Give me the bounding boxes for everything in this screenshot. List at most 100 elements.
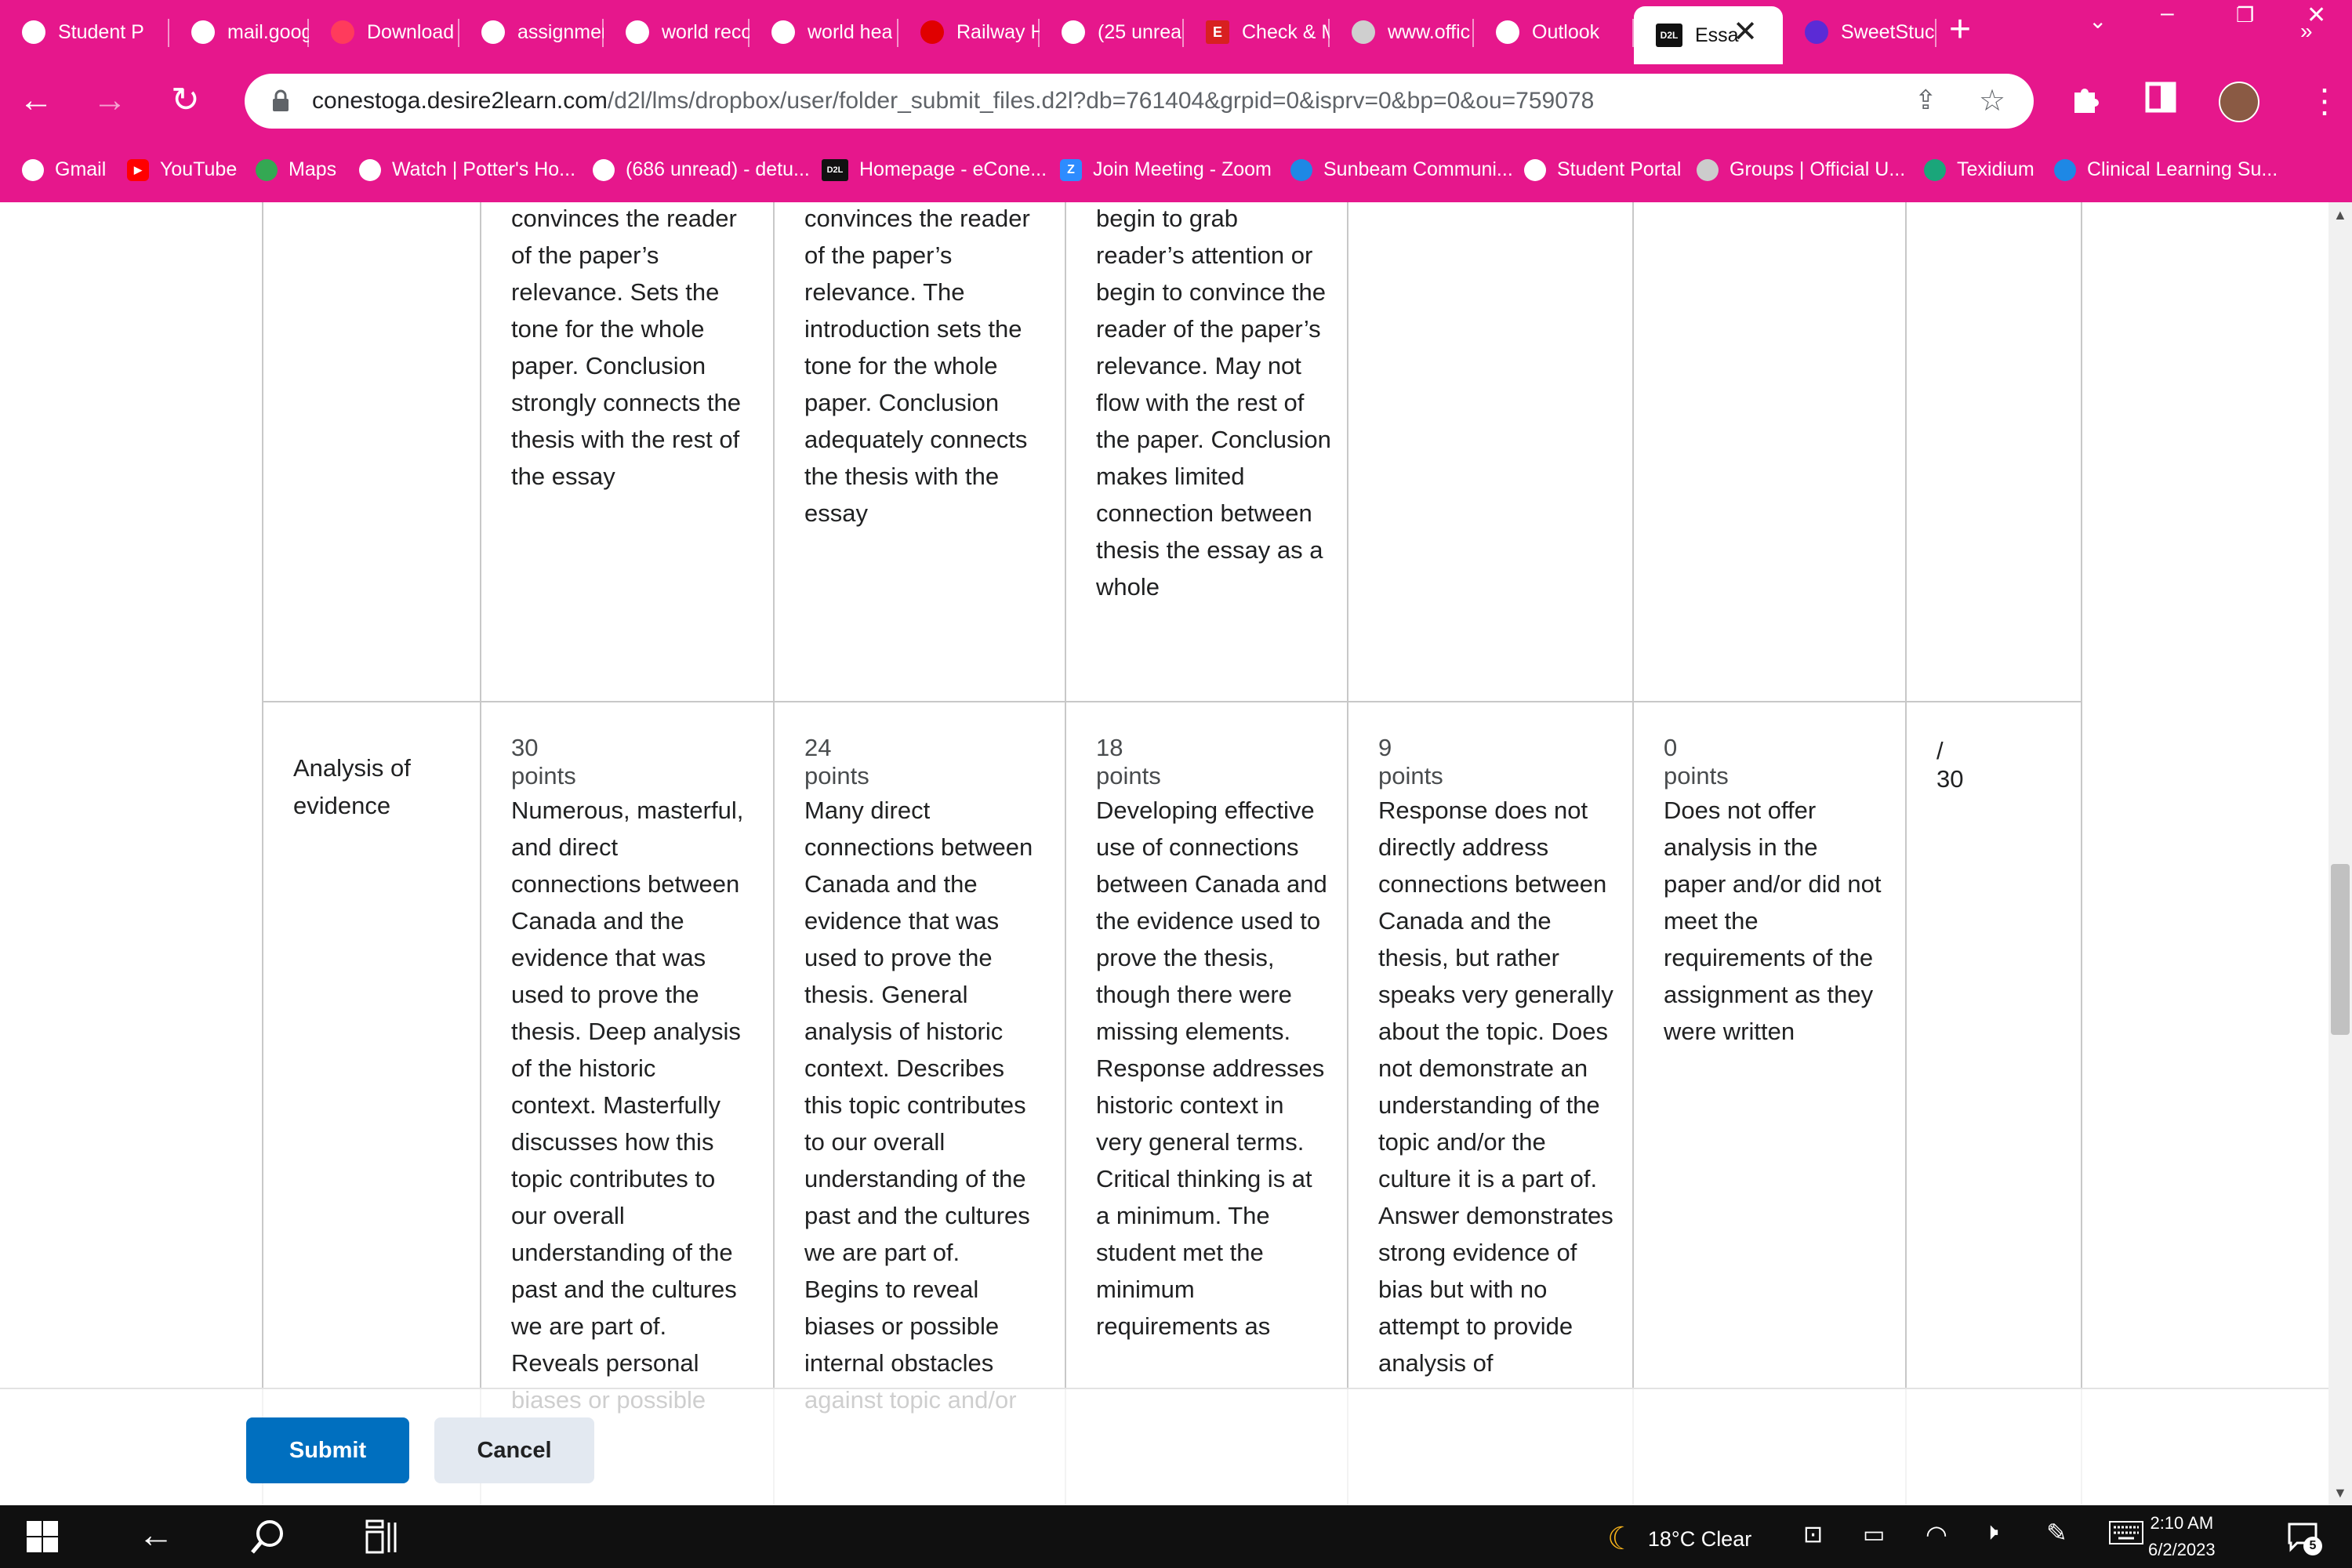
tab-strip: Student P mail.goog Download assignmer world… xyxy=(0,0,2352,64)
browser-tab[interactable]: mail.goog xyxy=(169,6,309,58)
lock-icon[interactable] xyxy=(271,89,290,117)
meet-now-icon[interactable]: ⊡ xyxy=(1803,1521,1823,1548)
browser-tab[interactable]: (25 unrea xyxy=(1040,6,1184,58)
bookmark-label: Maps xyxy=(289,158,337,180)
back-icon[interactable]: ← xyxy=(19,80,53,121)
browser-tab[interactable]: world reco xyxy=(604,6,750,58)
windows-start-icon[interactable] xyxy=(27,1521,58,1556)
google-icon xyxy=(771,20,795,44)
gmail-icon xyxy=(22,158,44,181)
tab-title: mail.goog xyxy=(227,20,309,43)
wifi-icon[interactable]: ◠ xyxy=(1926,1519,1947,1549)
bookmark-label: Clinical Learning Su... xyxy=(2087,158,2278,180)
bookmark-item[interactable]: Gmail xyxy=(22,158,106,181)
cancel-button[interactable]: Cancel xyxy=(434,1417,594,1483)
table-column-border xyxy=(1905,202,1907,1505)
bookmark-item[interactable]: Groups | Official U... xyxy=(1697,158,1905,181)
browser-tab[interactable]: Outlook xyxy=(1474,6,1634,58)
yahoo-mail-icon xyxy=(1062,20,1085,44)
scroll-thumb[interactable] xyxy=(2331,864,2350,1035)
extensions-icon[interactable] xyxy=(2068,82,2103,124)
keyboard-icon[interactable] xyxy=(2109,1521,2143,1548)
profile-avatar[interactable] xyxy=(2219,82,2259,122)
groups-icon xyxy=(1697,158,1719,181)
bookmark-item[interactable]: Texidium xyxy=(1924,158,2034,181)
browser-tab[interactable]: world hea xyxy=(750,6,898,58)
restore-icon[interactable]: ❐ xyxy=(2236,3,2254,27)
menu-kebab-icon[interactable]: ⋮ xyxy=(2308,82,2341,120)
bookmark-item[interactable]: Watch | Potter's Ho... xyxy=(359,158,575,181)
watch-icon xyxy=(359,158,381,181)
page-content: attention and strongly convinces the rea… xyxy=(0,202,2328,1505)
level-points: 30 points xyxy=(511,734,576,789)
browser-tab[interactable]: Student P xyxy=(0,6,169,58)
bookmark-item[interactable]: (686 unread) - detu... xyxy=(593,158,810,181)
bookmark-item[interactable]: Maps xyxy=(256,158,336,181)
bookmark-item[interactable]: ▶ YouTube xyxy=(127,158,237,181)
volume-muted-icon[interactable]: 🕨 xyxy=(1984,1519,1998,1546)
bookmark-label: Student Portal xyxy=(1557,158,1682,180)
back-icon[interactable]: ← xyxy=(138,1513,174,1555)
system-clock[interactable]: 2:10 AM 6/2/2023 xyxy=(2148,1510,2216,1563)
globe-icon xyxy=(191,20,215,44)
criterion-name: Analysis of evidence xyxy=(293,754,411,819)
tab-title: world hea xyxy=(808,20,893,43)
bookmark-item[interactable]: Student Portal xyxy=(1524,158,1681,181)
task-view-icon[interactable] xyxy=(365,1519,400,1558)
bookmark-label: Join Meeting - Zoom xyxy=(1093,158,1272,180)
browser-tab[interactable]: SweetStuc xyxy=(1783,6,1936,58)
bookmark-item[interactable]: D2L Homepage - eCone... xyxy=(822,158,1047,181)
notification-count-badge: 5 xyxy=(2303,1537,2322,1555)
bookmark-label: Groups | Official U... xyxy=(1730,158,1906,180)
reload-icon[interactable]: ↻ xyxy=(171,80,200,121)
bookmarks-bar: Gmail ▶ YouTube Maps Watch | Potter's Ho... (… xyxy=(0,138,2352,202)
scroll-up-icon[interactable]: ▲ xyxy=(2333,207,2347,223)
minimize-icon[interactable]: – xyxy=(2161,0,2174,27)
browser-tab[interactable]: Railway H xyxy=(898,6,1040,58)
bookmark-star-icon[interactable]: ☆ xyxy=(1979,83,2005,118)
battery-icon[interactable]: ▭ xyxy=(1863,1521,1885,1548)
url-text: conestoga.desire2learn.com/d2l/lms/dropb… xyxy=(312,88,1595,114)
browser-tab[interactable]: assignmer xyxy=(459,6,604,58)
close-tab-icon[interactable]: ✕ xyxy=(1733,14,1758,49)
level-points: 0 points xyxy=(1664,734,1729,789)
browser-tab[interactable]: E Check & M xyxy=(1184,6,1330,58)
bookmark-item[interactable]: Clinical Learning Su... xyxy=(2054,158,2278,181)
tab-title: www.offic xyxy=(1388,20,1471,43)
share-icon[interactable]: ⇪ xyxy=(1915,85,1937,116)
clock-date: 6/2/2023 xyxy=(2148,1540,2216,1559)
address-bar[interactable]: conestoga.desire2learn.com/d2l/lms/dropb… xyxy=(245,74,2034,129)
bookmark-item[interactable]: Sunbeam Communi... xyxy=(1290,158,1513,181)
more-bookmarks-icon[interactable]: » xyxy=(2300,19,2313,44)
tab-title: (25 unrea xyxy=(1098,20,1182,43)
notification-center-icon[interactable]: 5 xyxy=(2286,1519,2322,1558)
table-column-border xyxy=(262,202,263,1505)
bookmark-label: Homepage - eCone... xyxy=(859,158,1047,180)
submit-button[interactable]: Submit xyxy=(246,1417,409,1483)
new-tab-button[interactable]: + xyxy=(1949,8,1971,51)
browser-tab[interactable]: Download xyxy=(309,6,459,58)
bookmark-label: (686 unread) - detu... xyxy=(626,158,810,180)
weather-widget[interactable]: ☾ 18°C Clear xyxy=(1607,1521,1751,1557)
browser-tab[interactable]: D2L Essa ✕ xyxy=(1634,6,1783,64)
scroll-down-icon[interactable]: ▼ xyxy=(2333,1485,2347,1501)
yahoo-mail-icon xyxy=(593,158,615,181)
page-scrollbar[interactable]: ▲ ▼ xyxy=(2328,202,2352,1505)
side-panel-icon[interactable] xyxy=(2145,82,2176,121)
bookmark-label: Sunbeam Communi... xyxy=(1323,158,1513,180)
tab-search-icon[interactable]: ⌄ xyxy=(2089,8,2107,34)
forward-icon[interactable]: → xyxy=(93,80,127,121)
gmail-icon xyxy=(481,20,505,44)
tab-title: Outlook xyxy=(1532,20,1600,43)
table-column-border xyxy=(1065,202,1066,1505)
globe-icon xyxy=(1496,20,1519,44)
browser-tab[interactable]: www.offic xyxy=(1330,6,1474,58)
table-column-border xyxy=(773,202,775,1505)
d2l-icon: D2L xyxy=(1656,24,1682,47)
tab-title: Check & M xyxy=(1242,20,1330,43)
globe-icon xyxy=(1524,158,1546,181)
pen-icon[interactable]: ✎ xyxy=(2046,1518,2067,1548)
windows-taskbar: ← ☾ 18°C Clear ⊡ ▭ ◠ 🕨 ✎ 2:10 AM 6/2/202… xyxy=(0,1505,2352,1568)
search-icon[interactable] xyxy=(249,1518,287,1559)
bookmark-item[interactable]: Z Join Meeting - Zoom xyxy=(1060,158,1272,181)
